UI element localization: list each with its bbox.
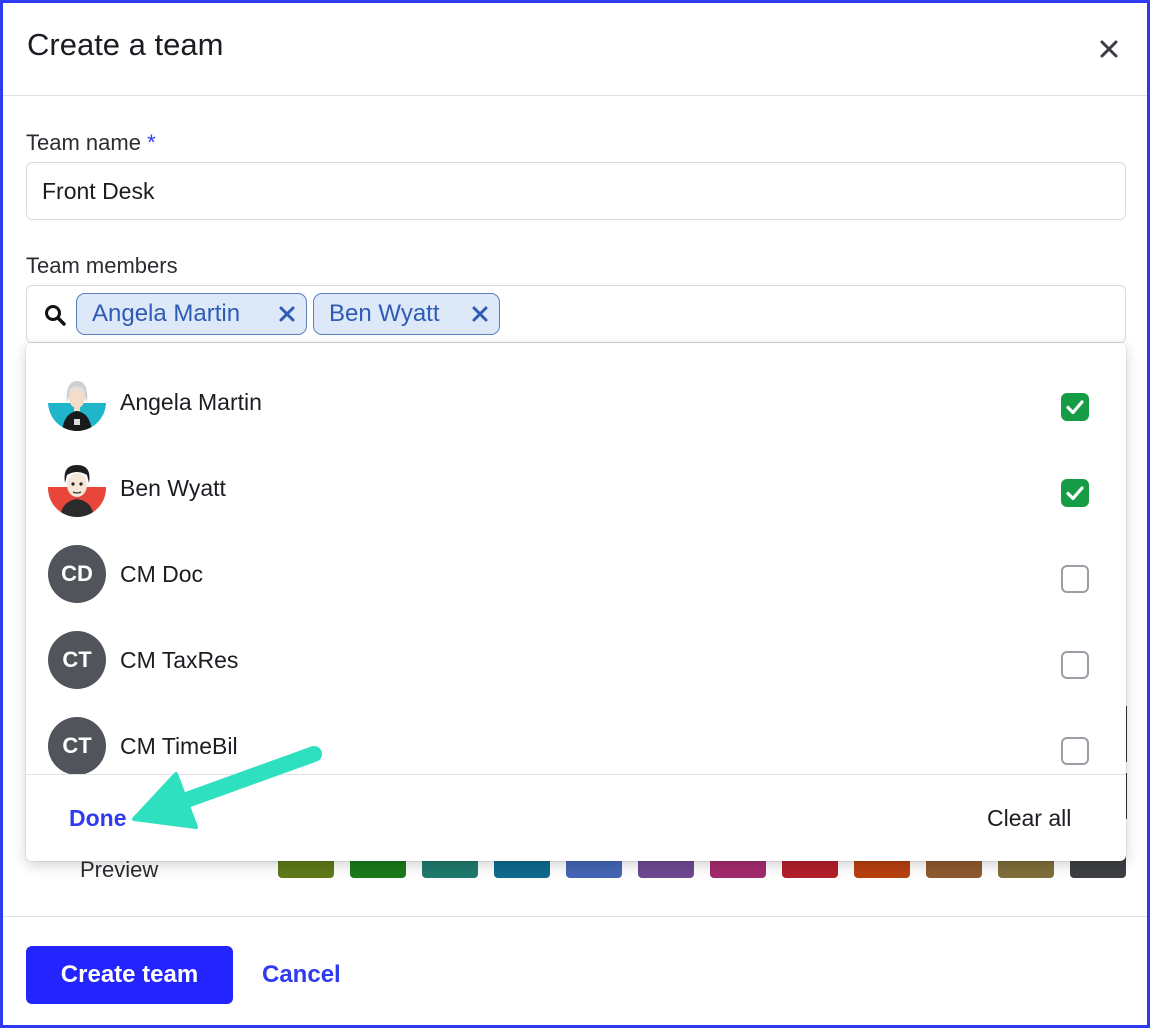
check-icon — [1066, 400, 1084, 415]
member-option-name: Ben Wyatt — [120, 475, 226, 501]
member-option-name: CM Doc — [120, 561, 204, 587]
member-option-cm-taxres[interactable]: CT CM TaxRes — [26, 611, 1126, 697]
avatar-initials: CT — [48, 631, 106, 689]
remove-chip-icon[interactable] — [471, 305, 489, 323]
member-checkbox[interactable] — [1061, 393, 1089, 421]
team-name-label-text: Team name — [26, 130, 141, 155]
remove-chip-icon[interactable] — [278, 305, 296, 323]
member-option-name: CM TimeBil — [120, 733, 238, 759]
avatar — [48, 459, 106, 517]
member-chip-ben-wyatt[interactable]: Ben Wyatt — [313, 293, 500, 335]
member-checkbox[interactable] — [1061, 737, 1089, 765]
team-name-input[interactable] — [26, 162, 1126, 220]
avatar-initials: CD — [48, 545, 106, 603]
members-dropdown: Angela Martin Ben Wyatt CD CM Doc CT CM … — [26, 343, 1126, 861]
avatar-initials: CT — [48, 717, 106, 775]
member-chip-label: Angela Martin — [92, 300, 241, 327]
member-chip-angela-martin[interactable]: Angela Martin — [76, 293, 307, 335]
team-members-label: Team members — [26, 253, 178, 278]
check-icon — [1066, 486, 1084, 501]
member-checkbox[interactable] — [1061, 479, 1089, 507]
member-option-angela-martin[interactable]: Angela Martin — [26, 353, 1126, 439]
required-mark: * — [147, 130, 156, 155]
dialog-header: Create a team — [3, 3, 1147, 96]
footer-divider — [3, 916, 1147, 917]
cancel-button[interactable]: Cancel — [262, 961, 341, 989]
search-icon — [45, 305, 66, 326]
member-option-cm-timebil[interactable]: CT CM TimeBil — [26, 697, 1126, 783]
team-name-label: Team name * — [26, 130, 156, 156]
member-checkbox[interactable] — [1061, 651, 1089, 679]
dropdown-footer: Done Clear all — [26, 774, 1126, 862]
team-members-field[interactable]: Angela Martin Ben Wyatt — [26, 285, 1126, 343]
create-team-button[interactable]: Create team — [26, 946, 233, 1004]
member-chip-label: Ben Wyatt — [329, 300, 440, 327]
clear-all-button[interactable]: Clear all — [987, 805, 1071, 832]
done-button[interactable]: Done — [69, 805, 127, 832]
member-checkbox[interactable] — [1061, 565, 1089, 593]
close-icon[interactable] — [1095, 35, 1123, 63]
dialog-title: Create a team — [27, 27, 224, 62]
avatar — [48, 373, 106, 431]
member-option-name: CM TaxRes — [120, 647, 239, 673]
member-option-name: Angela Martin — [120, 389, 262, 415]
member-option-cm-doc[interactable]: CD CM Doc — [26, 525, 1126, 611]
member-option-ben-wyatt[interactable]: Ben Wyatt — [26, 439, 1126, 525]
